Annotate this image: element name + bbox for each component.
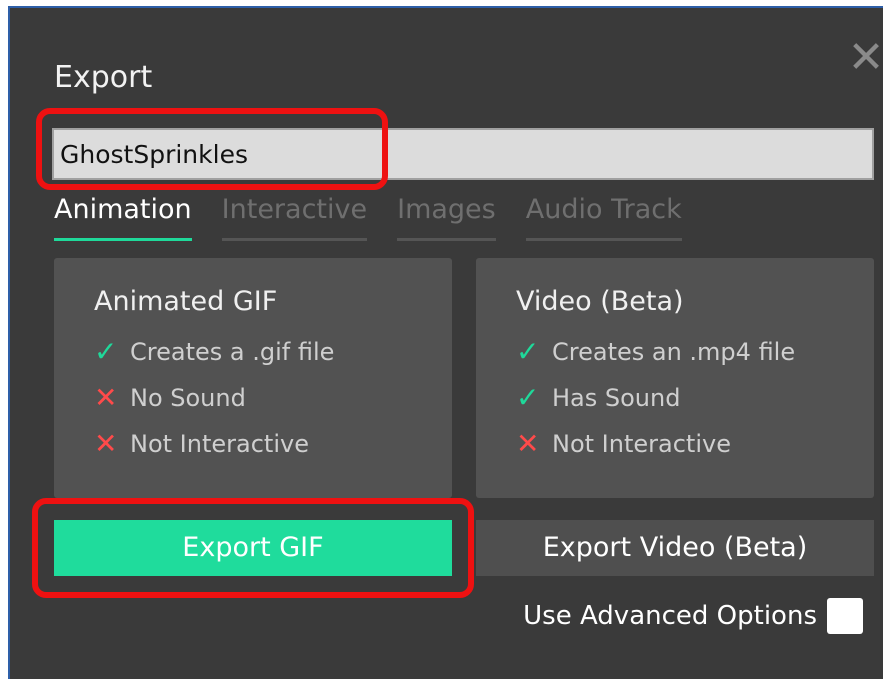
gif-option-card: Animated GIF ✓ Creates a .gif file ✕ No …	[54, 258, 452, 498]
feature-item: ✓ Has Sound	[516, 375, 874, 421]
feature-item: ✕ Not Interactive	[94, 421, 452, 467]
export-video-button[interactable]: Export Video (Beta)	[476, 520, 874, 576]
check-icon: ✓	[516, 381, 540, 414]
check-icon: ✓	[516, 335, 540, 368]
export-name-input[interactable]	[52, 128, 874, 180]
tab-animation[interactable]: Animation	[54, 194, 192, 241]
tab-images[interactable]: Images	[397, 194, 496, 241]
export-dialog: ✕ Export Animation Interactive Images Au…	[8, 6, 883, 679]
feature-item: ✓ Creates an .mp4 file	[516, 329, 874, 375]
x-icon: ✕	[94, 381, 118, 414]
feature-text: Not Interactive	[552, 430, 731, 458]
dialog-title: Export	[54, 60, 153, 95]
check-icon: ✓	[94, 335, 118, 368]
feature-text: Creates an .mp4 file	[552, 338, 796, 366]
gif-card-title: Animated GIF	[94, 286, 278, 317]
feature-item: ✕ Not Interactive	[516, 421, 874, 467]
advanced-options-label: Use Advanced Options	[523, 601, 817, 631]
x-icon: ✕	[516, 427, 540, 460]
export-gif-button[interactable]: Export GIF	[54, 520, 452, 576]
export-tabs: Animation Interactive Images Audio Track	[54, 194, 682, 241]
feature-text: Creates a .gif file	[130, 338, 335, 366]
video-card-title: Video (Beta)	[516, 286, 684, 317]
feature-text: Has Sound	[552, 384, 681, 412]
feature-item: ✕ No Sound	[94, 375, 452, 421]
close-icon[interactable]: ✕	[846, 36, 883, 80]
feature-item: ✓ Creates a .gif file	[94, 329, 452, 375]
tab-interactive[interactable]: Interactive	[221, 194, 368, 241]
video-option-card: Video (Beta) ✓ Creates an .mp4 file ✓ Ha…	[476, 258, 874, 498]
advanced-options[interactable]: Use Advanced Options	[523, 598, 863, 634]
feature-text: Not Interactive	[130, 430, 309, 458]
tab-audio-track[interactable]: Audio Track	[525, 194, 682, 241]
x-icon: ✕	[94, 427, 118, 460]
advanced-options-checkbox[interactable]	[827, 598, 863, 634]
feature-text: No Sound	[130, 384, 246, 412]
